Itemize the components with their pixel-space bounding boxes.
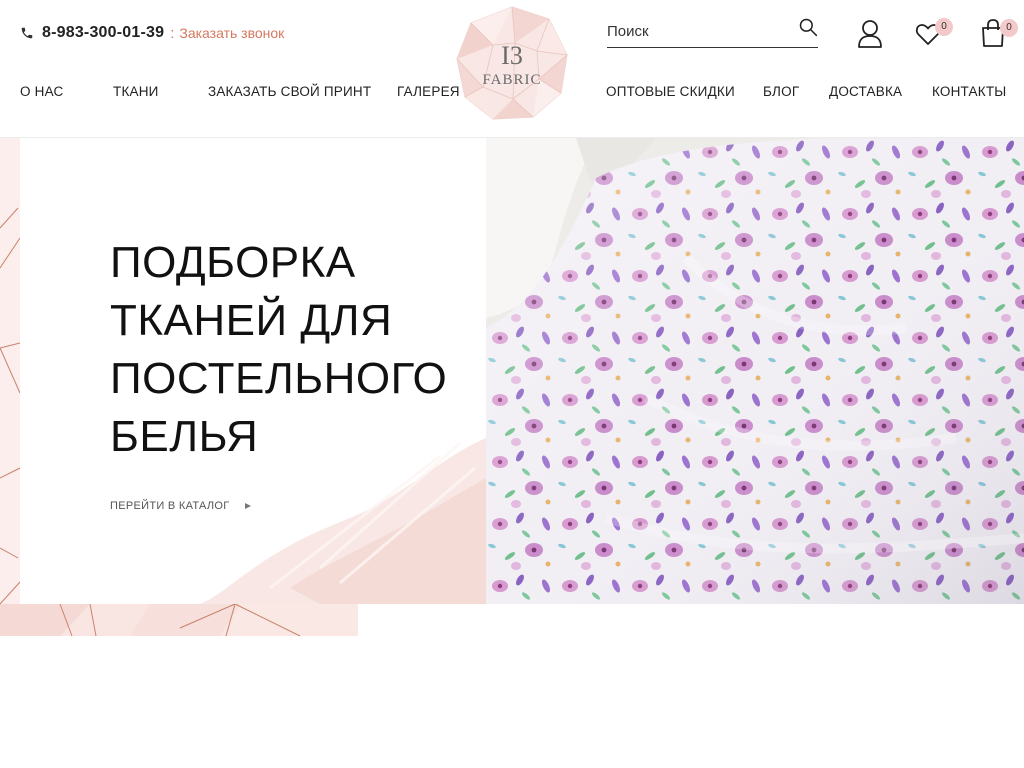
fabric-photo bbox=[486, 138, 1024, 604]
logo-brand: FABRIC bbox=[482, 72, 542, 88]
nav-order-print[interactable]: Заказать свой принт bbox=[208, 84, 371, 99]
phone-number[interactable]: 8-983-300-01-39 bbox=[42, 24, 164, 42]
search-box bbox=[607, 15, 818, 48]
hero-title: Подборка тканей для постельного белья bbox=[110, 234, 447, 466]
search-icon[interactable] bbox=[798, 17, 818, 37]
nav-delivery[interactable]: Доставка bbox=[829, 84, 902, 99]
nav-contacts[interactable]: Контакты bbox=[932, 84, 1006, 99]
wishlist-button[interactable]: 0 bbox=[915, 18, 953, 48]
search-input[interactable] bbox=[607, 23, 787, 40]
hero-title-line: белья bbox=[110, 412, 259, 461]
hero-banner: Подборка тканей для постельного белья Пе… bbox=[0, 138, 1024, 638]
user-account-icon[interactable] bbox=[857, 18, 883, 48]
logo-number: I3 bbox=[501, 41, 523, 70]
cart-button[interactable]: 0 bbox=[978, 16, 1018, 48]
cart-count-badge: 0 bbox=[1000, 19, 1018, 37]
wishlist-count-badge: 0 bbox=[935, 18, 953, 36]
phone-separator: : bbox=[170, 24, 175, 42]
catalog-link[interactable]: Перейти в каталог bbox=[110, 500, 252, 512]
phone-block: 8-983-300-01-39 : Заказать звонок bbox=[20, 22, 284, 44]
hero-title-line: Подборка bbox=[110, 238, 356, 287]
site-header: 8-983-300-01-39 : Заказать звонок I3 FAB… bbox=[0, 0, 1024, 138]
nav-wholesale[interactable]: Оптовые скидки bbox=[606, 84, 735, 99]
nav-blog[interactable]: Блог bbox=[763, 84, 799, 99]
nav-fabrics[interactable]: Ткани bbox=[113, 84, 159, 99]
nav-gallery[interactable]: Галерея bbox=[397, 84, 460, 99]
hero-title-line: тканей для bbox=[110, 296, 393, 345]
catalog-link-label: Перейти в каталог bbox=[110, 500, 230, 512]
site-logo[interactable]: I3 FABRIC bbox=[453, 3, 571, 123]
phone-icon bbox=[21, 27, 33, 39]
nav-about[interactable]: О нас bbox=[20, 84, 63, 99]
arrow-right-icon bbox=[244, 503, 251, 509]
hero-text-panel: Подборка тканей для постельного белья Пе… bbox=[20, 138, 486, 604]
callback-link[interactable]: Заказать звонок bbox=[179, 25, 284, 41]
hero-title-line: постельного bbox=[110, 354, 448, 403]
